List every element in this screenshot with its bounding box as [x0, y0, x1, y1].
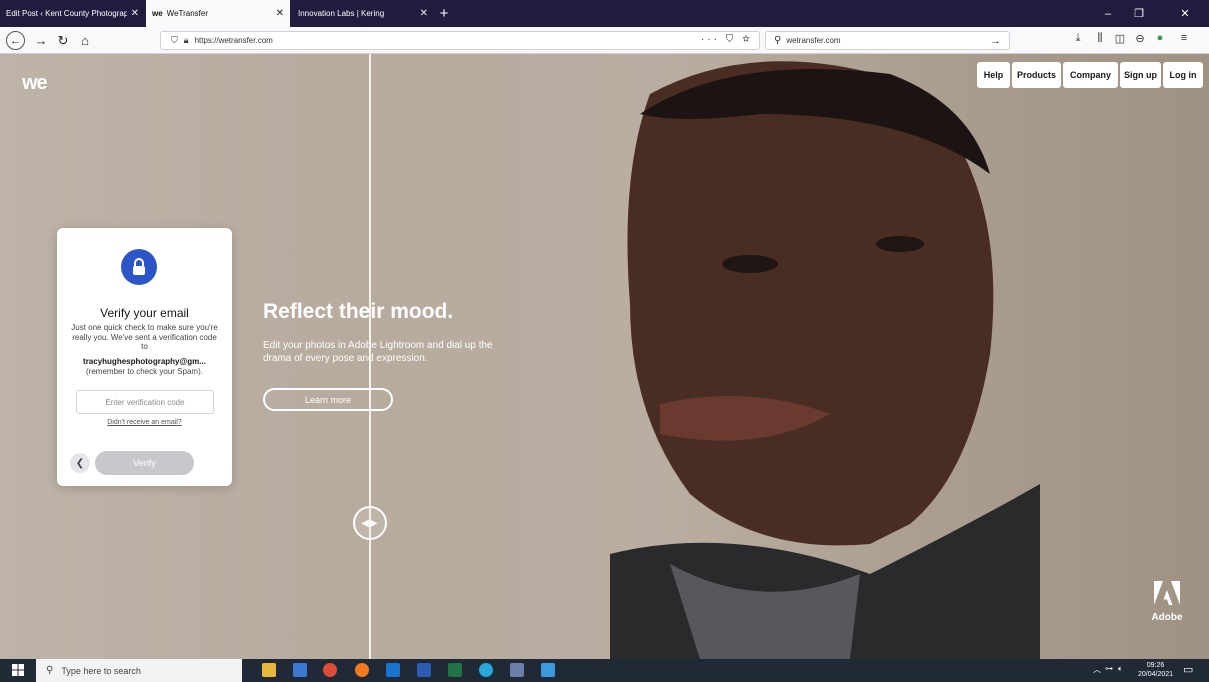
chrome-icon[interactable] [323, 663, 337, 677]
volume-icon[interactable]: 🔈︎ [1118, 664, 1123, 674]
card-title: Verify your email [100, 306, 189, 320]
lock-icon [121, 249, 157, 285]
wetransfer-logo[interactable]: we [22, 72, 48, 95]
nav-company-button[interactable]: Company [1063, 62, 1118, 88]
browser-tab-bar: Edit Post ‹ Kent County Photograph ✕ we … [0, 0, 1209, 27]
adobe-a-icon [1154, 581, 1180, 605]
mail-icon[interactable] [293, 663, 307, 677]
tab-edit-post[interactable]: Edit Post ‹ Kent County Photograph ✕ [0, 0, 145, 27]
ad-headline: Reflect their mood. [263, 300, 454, 323]
forward-arrow-icon[interactable]: → [30, 31, 52, 50]
lock-icon[interactable]: 🔒︎ [184, 35, 189, 46]
adobe-brand-text: Adobe [1151, 612, 1183, 623]
system-clock[interactable]: 09:26 20/04/2021 [1138, 661, 1173, 679]
excel-icon[interactable] [448, 663, 462, 677]
minimize-button[interactable]: – [1093, 0, 1123, 27]
download-icon[interactable]: ⤓ [1070, 32, 1086, 45]
taskbar-search-placeholder[interactable]: Type here to search [61, 666, 141, 676]
browser-nav-bar: ← → ↻ ⌂ ⛉ 🔒︎ https://wetransfer.com ··· … [0, 27, 1209, 54]
tray-chevron-icon[interactable]: ︿ [1093, 664, 1101, 675]
page-actions-icon[interactable]: ··· ⛉ ☆ [701, 34, 753, 45]
windows-taskbar: ⚲ Type here to search ︿ ⊶ 🔈︎ 09:26 20/04… [0, 659, 1209, 682]
photos-icon[interactable] [541, 663, 555, 677]
sidebar-icon[interactable]: ◫ [1112, 32, 1128, 45]
tab-innovation-labs[interactable]: Innovation Labs | Kering ✕ [292, 0, 434, 27]
back-chevron-icon[interactable]: ❮ [70, 453, 90, 473]
firefox-icon[interactable] [355, 663, 369, 677]
network-icon[interactable]: ⊶ [1105, 664, 1113, 673]
tab-close-icon[interactable]: ✕ [420, 8, 428, 19]
tab-title: Innovation Labs | Kering [298, 9, 385, 18]
clock-time: 09:26 [1146, 662, 1165, 669]
wetransfer-favicon-icon: we [152, 9, 163, 18]
verify-email-card: Verify your email Just one quick check t… [57, 228, 232, 486]
new-tab-button[interactable]: + [434, 0, 454, 27]
edge-icon[interactable] [479, 663, 493, 677]
file-explorer-icon[interactable] [262, 663, 276, 677]
tab-title: WeTransfer [166, 9, 209, 18]
notifications-icon[interactable]: ▭ [1183, 663, 1193, 676]
snipping-tool-icon[interactable] [510, 663, 524, 677]
tab-close-icon[interactable]: ✕ [276, 8, 284, 19]
card-spam-note: (remember to check your Spam). [86, 367, 203, 376]
resend-email-link[interactable]: Didn't receive an email? [57, 419, 232, 426]
card-email-address: tracyhughesphotography@gm... [83, 357, 206, 366]
learn-more-button[interactable]: Learn more [263, 388, 393, 411]
search-go-arrow-icon[interactable]: → [990, 35, 1001, 47]
nav-products-button[interactable]: Products [1012, 62, 1061, 88]
portrait-photo [610, 61, 1040, 659]
page-content: ◀▶ we Help Products Company Sign up Log … [0, 54, 1209, 659]
nav-help-button[interactable]: Help [977, 62, 1010, 88]
url-text[interactable]: https://wetransfer.com [195, 36, 273, 45]
library-icon[interactable]: ⫼ [1092, 32, 1108, 45]
clock-date: 20/04/2021 [1138, 671, 1174, 678]
search-icon: ⚲ [774, 35, 782, 46]
card-body-text: Just one quick check to make sure you're… [71, 323, 218, 351]
address-bar[interactable]: ⛉ 🔒︎ https://wetransfer.com ··· ⛉ ☆ [160, 31, 760, 50]
account-icon[interactable]: ⊖ [1132, 32, 1148, 45]
restore-button[interactable]: ❐ [1124, 0, 1154, 27]
word-icon[interactable] [417, 663, 431, 677]
search-icon: ⚲ [46, 665, 54, 676]
tab-wetransfer[interactable]: we WeTransfer ✕ [146, 0, 290, 27]
search-text[interactable]: wetransfer.com [786, 36, 840, 45]
tab-close-icon[interactable]: ✕ [131, 8, 139, 19]
nav-login-button[interactable]: Log in [1163, 62, 1203, 88]
close-window-button[interactable]: ✕ [1170, 0, 1200, 27]
extension-icon[interactable]: ● [1152, 32, 1168, 44]
shield-icon[interactable]: ⛉ [171, 35, 178, 46]
search-bar[interactable]: ⚲ wetransfer.com → [765, 31, 1010, 50]
home-icon[interactable]: ⌂ [74, 31, 96, 50]
adobe-logo[interactable]: Adobe [1147, 581, 1187, 623]
nav-signup-button[interactable]: Sign up [1120, 62, 1161, 88]
windows-start-icon[interactable] [12, 664, 24, 676]
menu-icon[interactable]: ≡ [1176, 32, 1192, 44]
back-arrow-icon[interactable]: ← [6, 31, 25, 50]
ad-subtext: Edit your photos in Adobe Lightroom and … [263, 340, 493, 364]
verify-button[interactable]: Verify [95, 451, 194, 475]
taskbar-search[interactable]: ⚲ Type here to search [36, 659, 242, 682]
verification-code-input[interactable] [76, 390, 214, 414]
reload-icon[interactable]: ↻ [52, 31, 74, 50]
outlook-icon[interactable] [386, 663, 400, 677]
comparison-slider-handle[interactable]: ◀▶ [353, 506, 387, 540]
tab-title: Edit Post ‹ Kent County Photograph [6, 9, 127, 18]
